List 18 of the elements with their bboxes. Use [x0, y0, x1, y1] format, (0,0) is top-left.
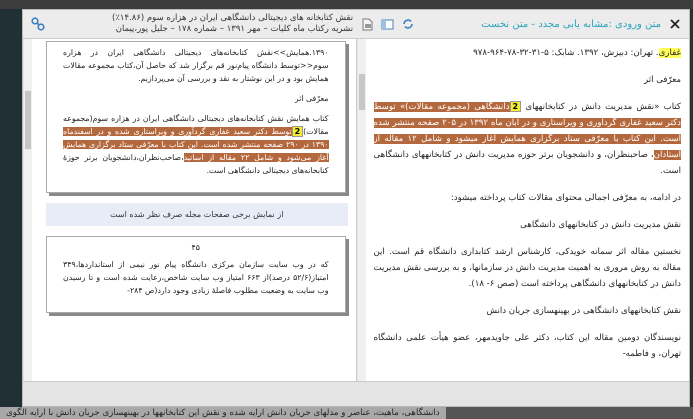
- paragraph: نقش کتابخانههای دانشگاهی در بهینهسازی جریان دانش: [485, 304, 681, 318]
- link-icon[interactable]: [31, 17, 45, 31]
- paragraph: نقش مدیریت دانش در کتابخانههای دانشگاهی: [519, 218, 681, 232]
- omitted-pages-notice: از نمایش برخی صفحات مجله صرف نظر شده است: [46, 203, 348, 226]
- paragraph: نویسندگان دومین مقاله این کتاب، دکتر علی جاویدمهر، عضو هیأت علمی دانشگاه تهران، و فاطمه-: [374, 330, 681, 361]
- source-title: نقش کتابخانه های دیجیتالی دانشگاهی ایران در هزاره سوم (۱۴.۸۶٪): [112, 13, 354, 24]
- dialog-title: متن ورودی :مشابه یابی مجدد - متن نخست: [481, 18, 661, 32]
- window-icon[interactable]: [381, 18, 394, 30]
- background-text: دانشگاهی، ماهیت، عناصر و مدلهای جریان دانش ارایه شده و نقش این کتابخانهها در بهینهسازی جریان دانش با ارایه الگوی: [0, 407, 446, 419]
- close-icon[interactable]: [669, 18, 681, 30]
- paragraph: در ادامه، به معرّفی اجمالی محتوای مقالات کتاب پرداخته میشود:: [450, 192, 681, 205]
- source-details: نشریه رکتاب ماه کلیات – مهر ۱۳۹۱ – شماره ۱۷۸ – جلیل پور،پیمان: [114, 24, 354, 35]
- refresh-icon[interactable]: [402, 18, 414, 30]
- paragraph: غفاری. تهران: دبیزش، ۱۳۹۲. شابک: ۵-۳۱-۳۲-۷۸-۹۶۴-۹۷۸: [472, 47, 681, 60]
- scrollbar[interactable]: [23, 39, 32, 381]
- paragraph: نخستین مقاله اثر سمانه خویدکی، کارشناس ارشد کتابداری دانشگاه قم است. این مقاله به روش مروری به اهمیت مدیریت دانش در سازمانها، و به بررسی نقش مدیریت دانش در کتابخانههای دانشگاهی پرداخته است (صص ۶- ۱۸).: [374, 245, 681, 291]
- section-heading: معرّفی اثر: [642, 74, 681, 87]
- document-icon[interactable]: [361, 18, 374, 30]
